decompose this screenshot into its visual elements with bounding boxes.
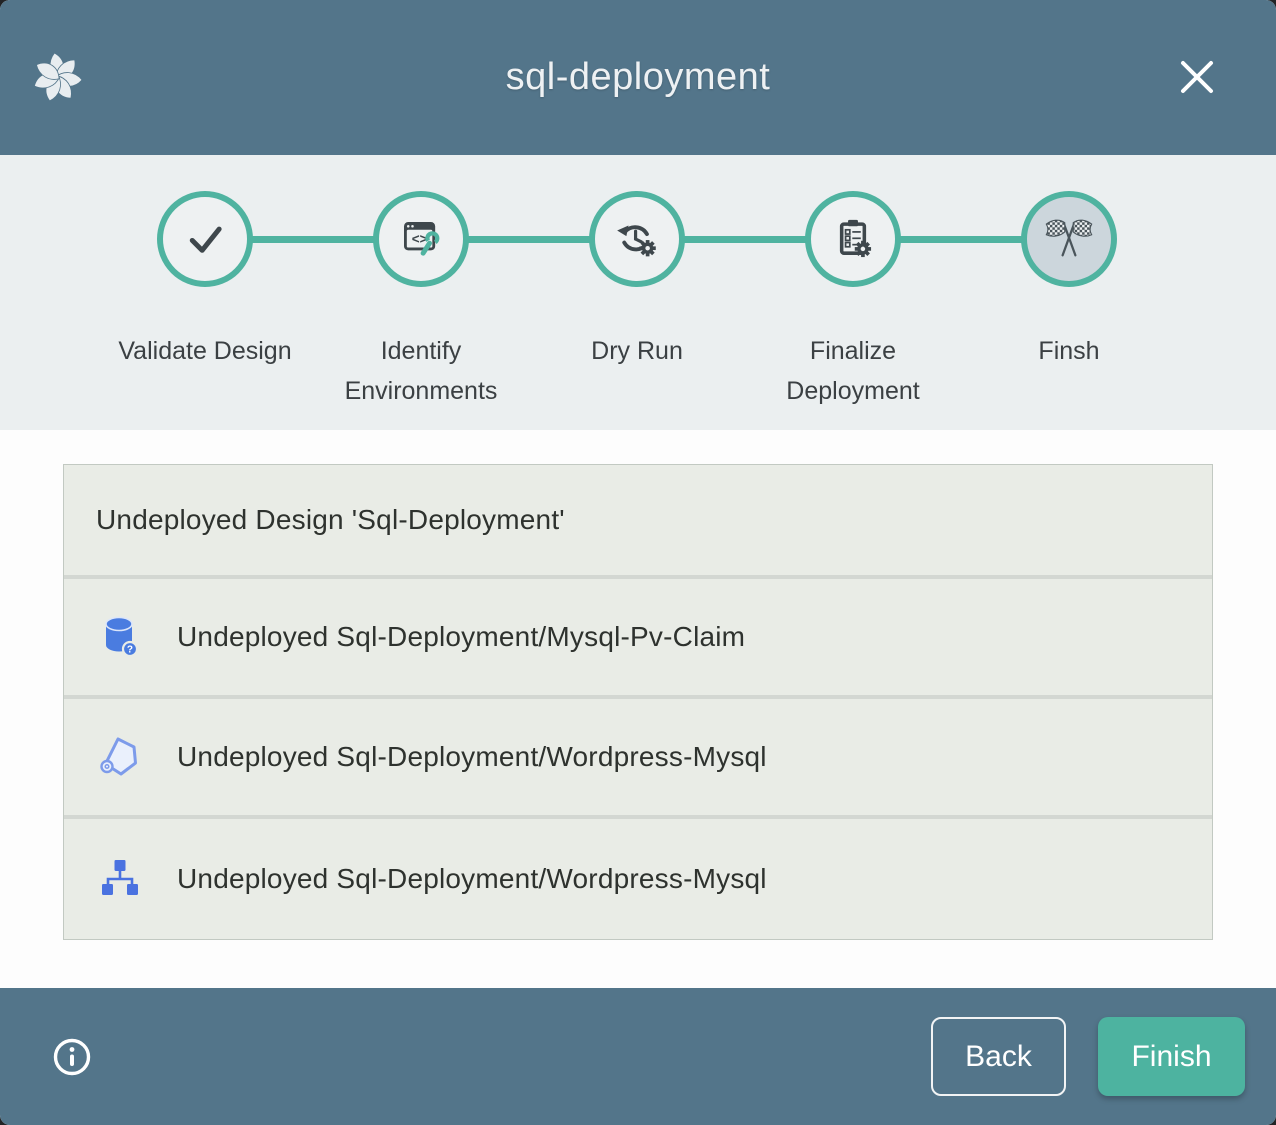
info-button[interactable]	[52, 1037, 92, 1077]
sync-gear-icon	[603, 205, 671, 273]
clipboard-gear-icon	[819, 205, 887, 273]
hierarchy-icon	[96, 855, 144, 903]
status-text: Undeployed Design 'Sql-Deployment'	[96, 504, 565, 536]
dialog-title: sql-deployment	[0, 56, 1276, 99]
wizard-stepper: Validate Design <>	[0, 155, 1276, 430]
close-icon	[1173, 53, 1221, 101]
dialog-footer: Back Finish	[0, 988, 1276, 1125]
step-identify-environments[interactable]: <> Identify Environments	[313, 191, 529, 411]
step-label: Identify Environments	[313, 331, 529, 411]
sql-deployment-dialog: sql-deployment Validate Design	[0, 0, 1276, 1125]
step-dry-run[interactable]: Dry Run	[529, 191, 745, 411]
checkered-flags-icon	[1035, 205, 1103, 273]
svg-text:?: ?	[127, 645, 133, 656]
database-icon: ?	[96, 613, 144, 661]
status-row-pv-claim: ? Undeployed Sql-Deployment/Mysql-Pv-Cla…	[64, 579, 1212, 699]
status-text: Undeployed Sql-Deployment/Wordpress-Mysq…	[177, 863, 767, 895]
back-button[interactable]: Back	[931, 1017, 1066, 1096]
step-label: Validate Design	[118, 331, 291, 371]
finish-button[interactable]: Finish	[1098, 1017, 1245, 1096]
status-row-design: Undeployed Design 'Sql-Deployment'	[64, 465, 1212, 579]
step-label: Dry Run	[591, 331, 683, 371]
info-icon	[52, 1037, 92, 1077]
deployment-status-panel: Undeployed Design 'Sql-Deployment' ? Und…	[63, 464, 1213, 940]
dialog-body: Undeployed Design 'Sql-Deployment' ? Und…	[0, 430, 1276, 988]
step-finalize-deployment[interactable]: Finalize Deployment	[745, 191, 961, 411]
svg-text:<>: <>	[412, 231, 428, 246]
status-row-wordpress-mysql-pod: Undeployed Sql-Deployment/Wordpress-Mysq…	[64, 699, 1212, 819]
dialog-header: sql-deployment	[0, 0, 1276, 155]
status-row-wordpress-mysql-tree: Undeployed Sql-Deployment/Wordpress-Mysq…	[64, 819, 1212, 939]
app-logo-pinwheel-icon	[31, 51, 84, 104]
close-button[interactable]	[1173, 53, 1221, 101]
pod-pentagon-icon	[96, 733, 144, 781]
step-label: Finalize Deployment	[745, 331, 961, 411]
step-label: Finsh	[1038, 331, 1099, 371]
step-validate-design[interactable]: Validate Design	[97, 191, 313, 411]
status-text: Undeployed Sql-Deployment/Wordpress-Mysq…	[177, 741, 767, 773]
step-finish[interactable]: Finsh	[961, 191, 1177, 411]
check-icon	[171, 205, 239, 273]
status-text: Undeployed Sql-Deployment/Mysql-Pv-Claim	[177, 621, 745, 653]
code-window-wrench-icon: <>	[387, 205, 455, 273]
